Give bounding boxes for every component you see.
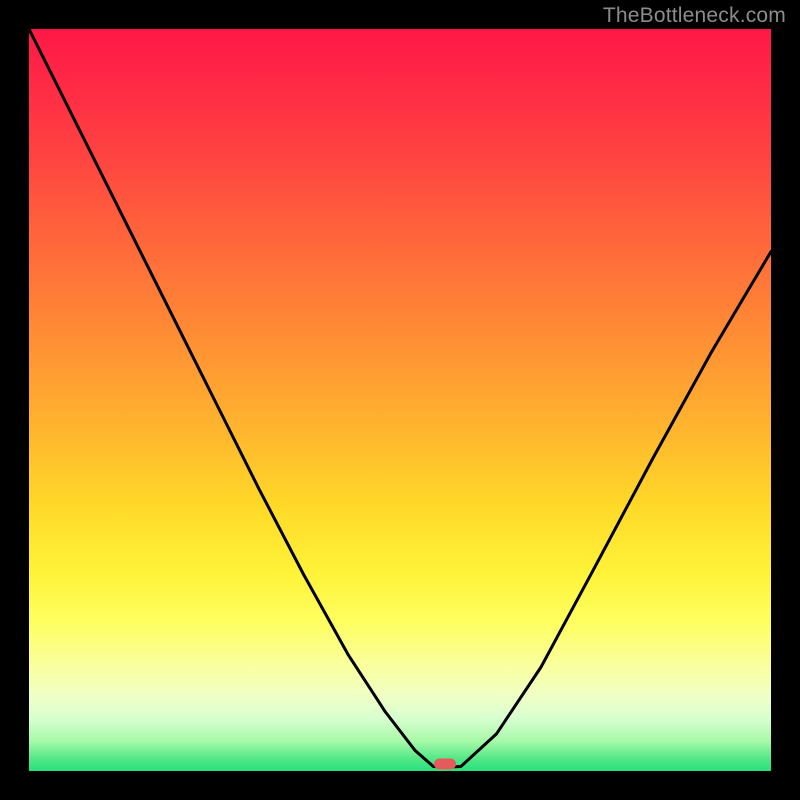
watermark-text: TheBottleneck.com (603, 4, 786, 28)
curve-path (29, 29, 771, 767)
bottleneck-curve (29, 29, 771, 771)
chart-frame: TheBottleneck.com (0, 0, 800, 800)
optimal-marker-pill (434, 759, 456, 770)
